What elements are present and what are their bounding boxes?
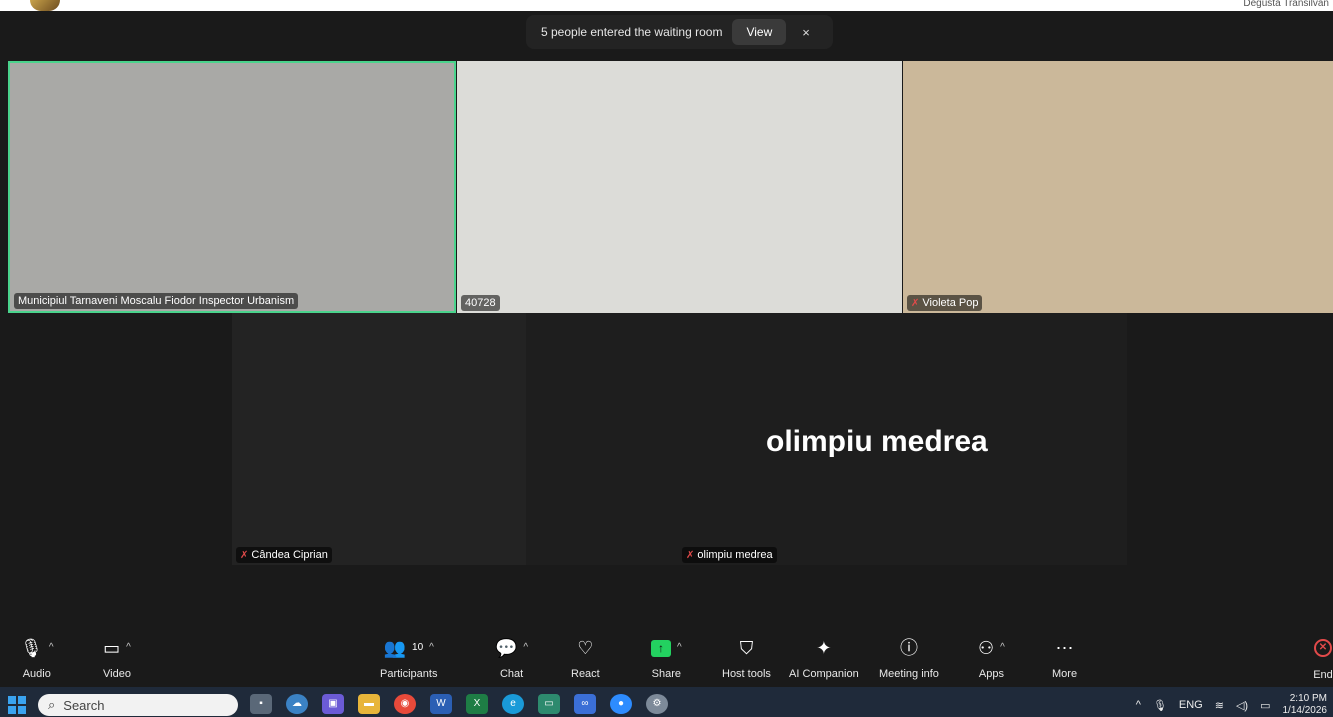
participants-button[interactable]: 👥 10 ^ Participants xyxy=(380,637,437,680)
video-button[interactable]: ▭ ^ Video xyxy=(103,637,131,680)
apps-icon: ⚇ xyxy=(978,638,995,658)
more-icon: ⋯ xyxy=(1055,638,1074,658)
chevron-up-icon[interactable]: ^ xyxy=(677,637,682,659)
edge-icon[interactable]: e xyxy=(502,694,524,714)
chevron-up-icon[interactable]: ^ xyxy=(49,637,54,659)
end-icon: ✕ xyxy=(1314,639,1332,657)
participant-display-name: olimpiu medrea xyxy=(766,425,988,458)
participant-name-label: Municipiul Tarnaveni Moscalu Fiodor Insp… xyxy=(14,293,299,309)
volume-icon[interactable]: ◁) xyxy=(1236,699,1248,712)
teams-icon[interactable]: ▣ xyxy=(322,694,344,714)
participant-name-label: 40728 xyxy=(461,295,500,311)
apps-button[interactable]: ⚇ ^ Apps xyxy=(978,637,1005,680)
video-tile-participant-5[interactable]: olimpiu medrea ✗ olimpiu medrea xyxy=(526,313,1127,565)
sparkle-icon: ✦ xyxy=(816,638,832,658)
windows-start-icon[interactable] xyxy=(8,696,26,714)
excel-icon[interactable]: X xyxy=(466,694,488,714)
close-icon[interactable]: × xyxy=(802,25,810,40)
muted-mic-icon: ✗ xyxy=(686,549,695,561)
info-icon: ⓘ xyxy=(899,638,918,658)
share-button[interactable]: ↑ ^ Share xyxy=(651,637,682,680)
camera-icon: ▭ xyxy=(103,638,121,658)
copilot-icon[interactable]: ∞ xyxy=(574,694,596,714)
top-strip: Degusta Transilvan xyxy=(0,0,1333,11)
chevron-up-icon[interactable]: ^ xyxy=(126,637,131,659)
weather-icon[interactable]: ☁ xyxy=(286,694,308,714)
muted-mic-icon: ✗ xyxy=(240,549,249,561)
chevron-up-icon[interactable]: ^ xyxy=(429,637,434,659)
chevron-up-icon[interactable]: ^ xyxy=(1000,637,1005,659)
word-icon[interactable]: W xyxy=(430,694,452,714)
audio-button[interactable]: 🎙 ^ Audio xyxy=(20,637,54,680)
settings-icon[interactable]: ⚙ xyxy=(646,694,668,714)
meeting-info-button[interactable]: ⓘ Meeting info xyxy=(879,637,939,680)
task-view-icon[interactable]: ▪ xyxy=(250,694,272,714)
chevron-up-icon[interactable]: ^ xyxy=(523,637,528,659)
taskbar-apps: ▪ ☁ ▣ ▬ ◉ W X e ▭ ∞ ● ⚙ xyxy=(250,694,668,714)
share-arrow-icon: ↑ xyxy=(651,639,671,657)
search-icon: ⌕ xyxy=(48,697,56,712)
video-tile-conference-room[interactable]: Municipiul Tarnaveni Moscalu Fiodor Insp… xyxy=(8,61,456,313)
store-icon[interactable]: ▭ xyxy=(538,694,560,714)
host-tools-button[interactable]: ⛉ Host tools xyxy=(722,637,771,680)
notification-text: 5 people entered the waiting room xyxy=(541,25,723,39)
video-tile-participant-2[interactable]: 40728 xyxy=(457,61,902,313)
brand-logo xyxy=(30,0,60,11)
shield-icon: ⛉ xyxy=(739,638,754,658)
file-explorer-icon[interactable]: ▬ xyxy=(358,694,380,714)
microphone-icon[interactable]: 🎙 xyxy=(1153,699,1167,712)
participants-icon: 👥 xyxy=(383,638,407,658)
view-button[interactable]: View xyxy=(732,19,787,45)
waiting-room-notification: 5 people entered the waiting room View × xyxy=(526,15,833,49)
taskbar-search-input[interactable]: ⌕ Search xyxy=(38,694,238,716)
chat-icon: 💬 xyxy=(495,638,518,658)
heart-icon: ♡ xyxy=(577,638,594,658)
chrome-icon[interactable]: ◉ xyxy=(394,694,416,714)
muted-mic-icon: ✗ xyxy=(911,297,920,309)
participant-name-label: ✗ Violeta Pop xyxy=(907,295,983,311)
windows-taskbar: ⌕ Search ▪ ☁ ▣ ▬ ◉ W X e ▭ ∞ ● ⚙ ^ 🎙 ENG… xyxy=(0,687,1333,717)
ai-companion-button[interactable]: ✦ AI Companion xyxy=(789,637,859,680)
brand-text: Degusta Transilvan xyxy=(1243,0,1329,9)
chat-button[interactable]: 💬 ^ Chat xyxy=(495,637,528,680)
battery-icon[interactable]: ▭ xyxy=(1260,699,1270,712)
more-button[interactable]: ⋯ More xyxy=(1052,637,1077,680)
system-tray: ^ 🎙 ENG ≋ ◁) ▭ 2:10 PM 1/14/2026 xyxy=(1136,693,1327,717)
meeting-toolbar: 🎙 ^ Audio ▭ ^ Video 👥 10 ^ Participants 💬 ^ C… xyxy=(0,631,1333,687)
end-meeting-button[interactable]: ✕ End xyxy=(1313,639,1333,681)
video-tile-participant-3[interactable]: ✗ Violeta Pop xyxy=(903,61,1333,313)
language-indicator[interactable]: ENG xyxy=(1179,699,1203,711)
react-button[interactable]: ♡ React xyxy=(571,637,600,680)
microphone-icon: 🎙 xyxy=(20,638,43,658)
zoom-icon[interactable]: ● xyxy=(610,694,632,714)
video-tile-participant-4[interactable]: ✗ Cândea Ciprian xyxy=(232,313,526,565)
wifi-icon[interactable]: ≋ xyxy=(1215,699,1224,712)
chevron-up-icon[interactable]: ^ xyxy=(1136,699,1141,711)
participant-name-label: ✗ Cândea Ciprian xyxy=(236,547,332,563)
clock[interactable]: 2:10 PM 1/14/2026 xyxy=(1283,693,1328,717)
participant-name-label: ✗ olimpiu medrea xyxy=(682,547,777,563)
